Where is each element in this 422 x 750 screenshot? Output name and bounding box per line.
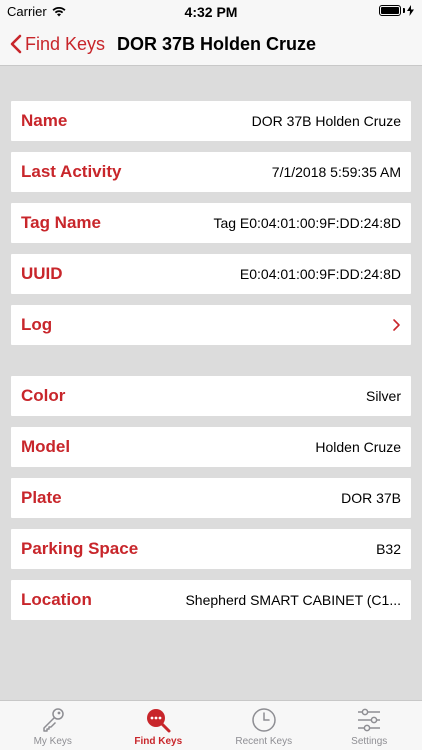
page-title: DOR 37B Holden Cruze: [117, 33, 317, 54]
tab-recent-keys[interactable]: Recent Keys: [211, 701, 317, 750]
detail-row-last-activity: Last Activity 7/1/2018 5:59:35 AM: [11, 152, 411, 192]
row-value: E0:04:01:00:9F:DD:24:8D: [239, 266, 401, 282]
battery-icon: [379, 5, 414, 16]
row-label: UUID: [21, 264, 63, 283]
tab-bar: My Keys Find Keys Recent Keys Settings: [0, 700, 422, 750]
detail-row-color: Color Silver: [11, 376, 411, 416]
row-value: B32: [376, 541, 401, 557]
navigation-bar: Find Keys DOR 37B Holden Cruze: [0, 22, 422, 66]
detail-row-tag-name: Tag Name Tag E0:04:01:00:9F:DD:24:8D: [11, 203, 411, 243]
row-label: Log: [21, 315, 53, 334]
row-value: Silver: [365, 388, 401, 404]
back-button-label: Find Keys: [25, 33, 106, 54]
find-keys-icon: [147, 709, 171, 733]
row-label: Last Activity: [21, 162, 122, 181]
tab-label: Recent Keys: [235, 736, 293, 747]
row-value: Holden Cruze: [315, 439, 401, 455]
row-label: Color: [21, 386, 66, 405]
charging-bolt-icon: [407, 5, 414, 16]
detail-row-plate: Plate DOR 37B: [11, 478, 411, 518]
detail-row-location: Location Shepherd SMART CABINET (C1...: [11, 580, 411, 620]
row-label: Parking Space: [21, 539, 139, 558]
row-label: Tag Name: [21, 213, 101, 232]
row-value: Shepherd SMART CABINET (C1...: [185, 592, 401, 608]
key-detail-list: Name DOR 37B Holden Cruze Last Activity …: [0, 67, 422, 700]
row-label: Model: [21, 437, 71, 456]
row-value: DOR 37B Holden Cruze: [251, 113, 401, 129]
detail-row-model: Model Holden Cruze: [11, 427, 411, 467]
tab-label: Settings: [351, 736, 388, 747]
tab-find-keys[interactable]: Find Keys: [106, 701, 212, 750]
status-time: 4:32 PM: [184, 4, 238, 20]
sliders-icon: [358, 708, 381, 732]
tab-settings[interactable]: Settings: [317, 701, 422, 750]
clock-icon: [252, 708, 276, 732]
row-value: Tag E0:04:01:00:9F:DD:24:8D: [213, 215, 401, 231]
key-icon: [43, 708, 64, 732]
detail-row-parking-space: Parking Space B32: [11, 529, 411, 569]
tab-label: Find Keys: [134, 736, 183, 747]
detail-row-log[interactable]: Log: [11, 305, 411, 345]
row-label: Location: [21, 590, 92, 609]
status-bar: Carrier 4:32 PM: [0, 0, 422, 22]
detail-row-name: Name DOR 37B Holden Cruze: [11, 101, 411, 141]
row-label: Plate: [21, 488, 62, 507]
detail-row-uuid: UUID E0:04:01:00:9F:DD:24:8D: [11, 254, 411, 294]
tab-label: My Keys: [33, 736, 72, 747]
chevron-right-icon: [393, 319, 400, 331]
back-button[interactable]: Find Keys: [10, 22, 105, 66]
tab-my-keys[interactable]: My Keys: [0, 701, 106, 750]
row-label: Name: [21, 111, 68, 130]
row-value: 7/1/2018 5:59:35 AM: [271, 164, 401, 180]
row-value: DOR 37B: [341, 490, 401, 506]
chevron-left-icon: [10, 34, 22, 54]
